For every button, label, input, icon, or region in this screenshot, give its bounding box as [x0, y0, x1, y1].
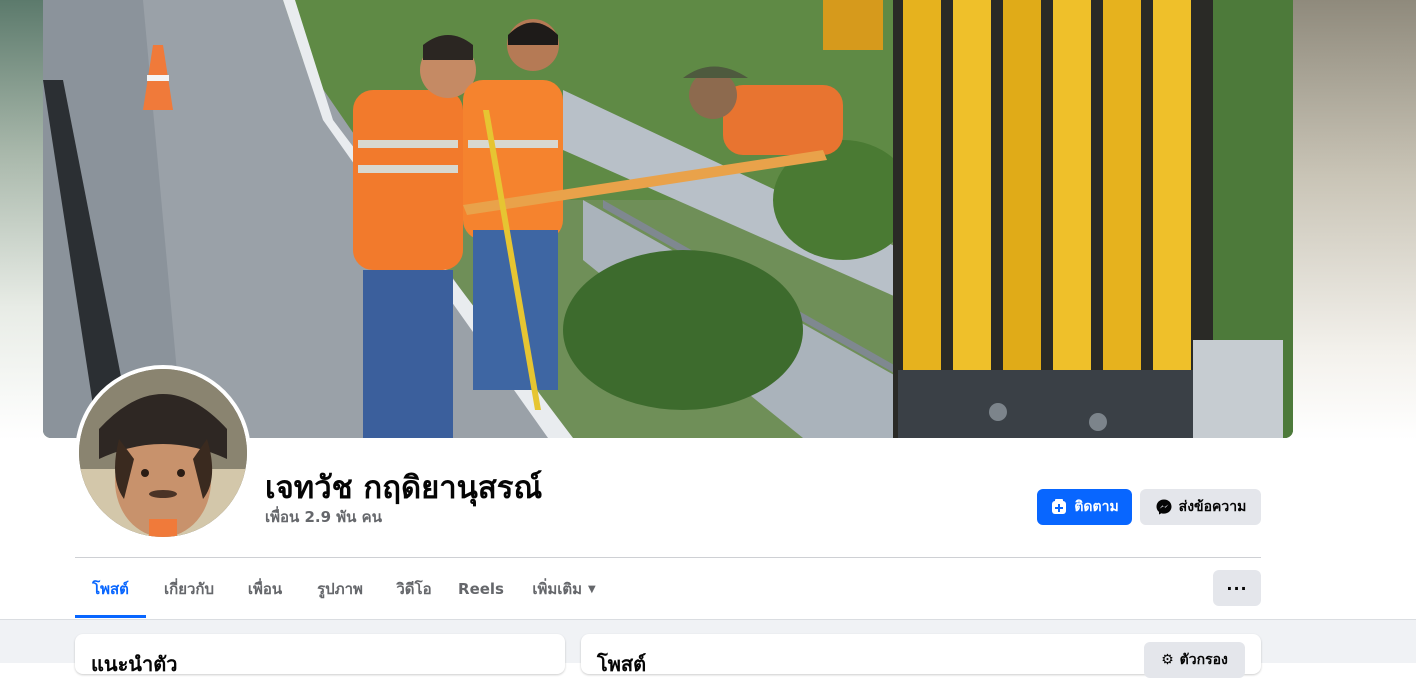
- cover-photo[interactable]: [43, 0, 1293, 438]
- tab-about[interactable]: เกี่ยวกับ: [147, 560, 231, 618]
- cover-backdrop-right: [1286, 0, 1416, 440]
- intro-card-title: แนะนำตัว: [91, 652, 178, 676]
- caret-down-icon: ▼: [587, 583, 596, 595]
- more-options-label: ···: [1226, 578, 1248, 598]
- tab-label: โพสต์: [92, 580, 129, 598]
- avatar-image: [79, 369, 247, 537]
- filter-button-label: ตัวกรอง: [1179, 652, 1228, 668]
- follow-button[interactable]: ติดตาม: [1037, 489, 1132, 525]
- tab-videos[interactable]: วิดีโอ: [385, 560, 443, 618]
- cover-photo-image: [43, 0, 1293, 438]
- message-button[interactable]: ส่งข้อความ: [1140, 489, 1261, 525]
- tab-label: รูปภาพ: [317, 580, 363, 598]
- header-divider: [75, 557, 1261, 558]
- more-options-button[interactable]: ···: [1213, 570, 1261, 606]
- messenger-icon: [1155, 498, 1173, 516]
- tab-photos[interactable]: รูปภาพ: [300, 560, 380, 618]
- tab-label: วิดีโอ: [396, 580, 432, 598]
- profile-avatar[interactable]: [75, 365, 251, 541]
- tab-label: เพื่อน: [247, 580, 283, 598]
- tab-more[interactable]: เพิ่มเติม ▼: [523, 560, 605, 618]
- filter-button[interactable]: ⚙ ตัวกรอง: [1144, 642, 1245, 678]
- follow-button-label: ติดตาม: [1074, 499, 1119, 515]
- follow-plus-icon: [1050, 498, 1068, 516]
- tab-label: เกี่ยวกับ: [163, 580, 215, 598]
- tab-label: Reels: [458, 580, 504, 598]
- tab-label: เพิ่มเติม: [532, 580, 582, 598]
- tab-friends[interactable]: เพื่อน: [235, 560, 295, 618]
- intro-card: แนะนำตัว: [75, 634, 565, 676]
- tab-posts[interactable]: โพสต์: [75, 560, 146, 618]
- posts-card-title: โพสต์: [597, 652, 647, 676]
- filter-sliders-icon: ⚙: [1161, 652, 1174, 668]
- avatar: [79, 369, 247, 537]
- message-button-label: ส่งข้อความ: [1178, 499, 1247, 515]
- friends-count[interactable]: เพื่อน 2.9 พัน คน: [265, 505, 382, 529]
- tab-reels[interactable]: Reels: [453, 560, 509, 618]
- posts-card: โพสต์ ⚙ ตัวกรอง: [581, 634, 1261, 678]
